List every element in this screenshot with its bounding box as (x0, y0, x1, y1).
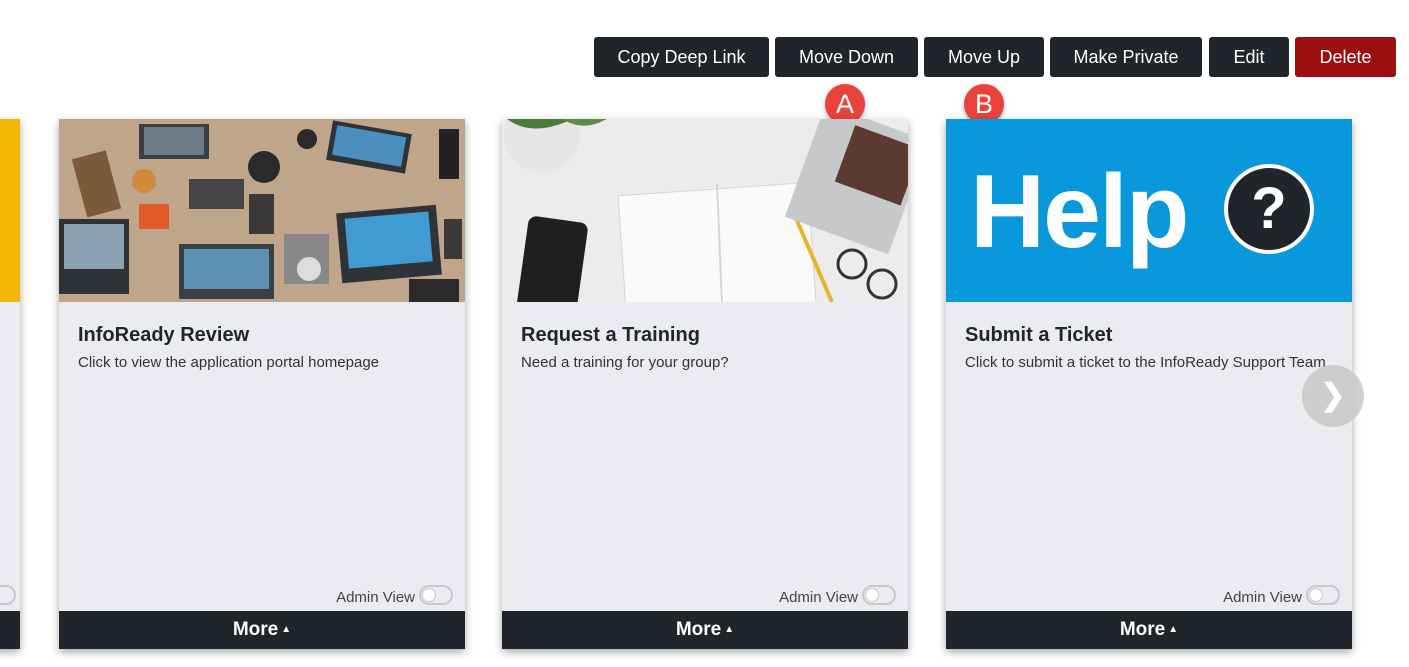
more-label: More (1119, 619, 1166, 641)
move-down-button[interactable]: Move Down (775, 37, 918, 77)
partial-card-image (0, 119, 20, 302)
card-toolbar: Copy Deep Link Move Down Move Up Make Pr… (0, 37, 1409, 77)
caret-up-icon: ▲ (281, 624, 292, 635)
caret-up-icon: ▲ (1168, 624, 1179, 635)
admin-view-label: Admin View (336, 589, 415, 606)
card-description: Click to view the application portal hom… (78, 354, 380, 371)
toggle-knob (1309, 588, 1323, 602)
more-label: More (232, 619, 279, 641)
card-description: Click to submit a ticket to the InfoRead… (965, 354, 1326, 371)
admin-view-toggle[interactable] (0, 585, 16, 605)
annotation-marker-b: B (964, 84, 1004, 124)
partial-card-footer (0, 611, 20, 649)
question-mark-icon: ? (1224, 164, 1314, 254)
admin-view-toggle[interactable] (862, 585, 896, 605)
admin-view-label: Admin View (1223, 589, 1302, 606)
copy-deep-link-button[interactable]: Copy Deep Link (594, 37, 769, 77)
toggle-knob (865, 588, 879, 602)
make-private-button[interactable]: Make Private (1050, 37, 1202, 77)
partial-card-left (0, 119, 20, 649)
card-description: Need a training for your group? (521, 354, 729, 371)
carousel-next-button[interactable]: ❯ (1302, 365, 1364, 427)
edit-button[interactable]: Edit (1209, 37, 1289, 77)
admin-view-toggle[interactable] (1306, 585, 1340, 605)
chevron-right-icon: ❯ (1320, 379, 1346, 412)
more-button[interactable]: More ▲ (502, 611, 908, 649)
more-button[interactable]: More ▲ (946, 611, 1352, 649)
help-image-text: Help (970, 154, 1189, 270)
caret-up-icon: ▲ (724, 624, 735, 635)
move-up-button[interactable]: Move Up (924, 37, 1044, 77)
card-request-a-training[interactable]: Request a Training Need a training for y… (502, 119, 908, 649)
notebook-desk-image (502, 119, 908, 302)
card-title: InfoReady Review (78, 324, 250, 346)
desk-laptops-image (59, 119, 465, 302)
more-button[interactable]: More ▲ (59, 611, 465, 649)
more-label: More (675, 619, 722, 641)
help-image: Help ? (946, 119, 1352, 302)
admin-view-label: Admin View (779, 589, 858, 606)
annotation-marker-a: A (825, 84, 865, 124)
card-title: Request a Training (521, 324, 700, 346)
card-submit-a-ticket[interactable]: Help ? Submit a Ticket Click to submit a… (946, 119, 1352, 649)
toggle-knob (422, 588, 436, 602)
delete-button[interactable]: Delete (1295, 37, 1396, 77)
card-infoready-review[interactable]: InfoReady Review Click to view the appli… (59, 119, 465, 649)
card-title: Submit a Ticket (965, 324, 1113, 346)
admin-view-toggle[interactable] (419, 585, 453, 605)
